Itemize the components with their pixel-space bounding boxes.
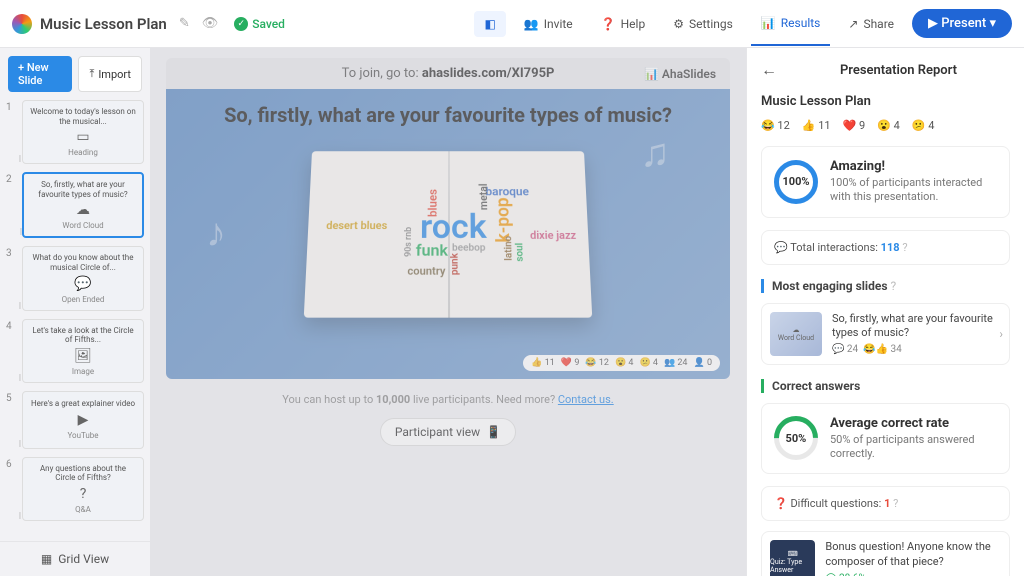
app-logo bbox=[12, 14, 32, 34]
correct-pct: 50% bbox=[765, 407, 827, 469]
correct-section: Correct answers bbox=[761, 379, 1010, 393]
engaging-thumb: ☁Word Cloud bbox=[770, 312, 822, 356]
invite-button[interactable]: 👥 Invite bbox=[514, 11, 583, 37]
saved-status: Saved bbox=[234, 17, 285, 31]
report-reactions: 😂 12👍 11❤️ 9😮 4😕 4 bbox=[761, 119, 1010, 132]
share-button[interactable]: ↗ Share bbox=[838, 11, 904, 37]
participant-view-button[interactable]: Participant view 📱 bbox=[380, 418, 516, 446]
slide-thumb[interactable]: Here's a great explainer video▶YouTube| bbox=[22, 391, 144, 449]
slide-thumb[interactable]: What do you know about the musical Circl… bbox=[22, 246, 144, 310]
correct-rate-card: 50% Average correct rate 50% of particip… bbox=[761, 403, 1010, 475]
engaging-slide-card[interactable]: ☁Word Cloud So, firstly, what are your f… bbox=[761, 303, 1010, 365]
contact-link[interactable]: Contact us. bbox=[558, 393, 614, 406]
interactions-stat: 💬 Total interactions: 118 ? bbox=[761, 230, 1010, 265]
host-info: You can host up to 10,000 live participa… bbox=[166, 393, 730, 406]
grid-view-button[interactable]: ▦ Grid View bbox=[0, 541, 150, 576]
report-panel: ← Presentation Report Music Lesson Plan … bbox=[746, 48, 1024, 576]
slide-question: So, firstly, what are your favourite typ… bbox=[224, 103, 672, 127]
difficult-stat: ❓ Difficult questions: 1 ? bbox=[761, 486, 1010, 521]
engagement-pct: 100% bbox=[774, 160, 818, 204]
canvas-area: To join, go to: ahaslides.com/XI795P Aha… bbox=[150, 48, 746, 576]
slide-thumb[interactable]: Let's take a look at the Circle of Fifth… bbox=[22, 319, 144, 383]
book-graphic: rockk-popfunkbluesbaroquemetaldesert blu… bbox=[304, 151, 592, 317]
edit-icon[interactable]: ✎ bbox=[179, 16, 190, 31]
top-bar: Music Lesson Plan ✎ 👁 Saved ◧ 👥 Invite ❓… bbox=[0, 0, 1024, 48]
chevron-right-icon: › bbox=[999, 327, 1003, 341]
slide-thumb[interactable]: So, firstly, what are your favourite typ… bbox=[22, 172, 144, 238]
present-button[interactable]: ▶ Present ▾ bbox=[912, 9, 1012, 38]
join-bar: To join, go to: ahaslides.com/XI795P Aha… bbox=[166, 58, 730, 89]
results-tab[interactable]: 📊 Results bbox=[751, 2, 831, 46]
report-title: Presentation Report bbox=[787, 63, 1010, 78]
thumbnail-list[interactable]: 1Welcome to today's lesson on the musica… bbox=[0, 100, 150, 541]
slide-thumb[interactable]: Welcome to today's lesson on the musical… bbox=[22, 100, 144, 164]
back-icon[interactable]: ← bbox=[761, 60, 777, 80]
import-button[interactable]: ⤒ Import bbox=[78, 56, 142, 92]
new-slide-button[interactable]: + New Slide bbox=[8, 56, 72, 92]
slide-panel: + New Slide ⤒ Import 1Welcome to today's… bbox=[0, 48, 150, 576]
difficult-question-card[interactable]: ⌨Quiz: Type Answer Bonus question! Anyon… bbox=[761, 531, 1010, 576]
presentation-title[interactable]: Music Lesson Plan bbox=[40, 15, 167, 33]
join-url: ahaslides.com/XI795P bbox=[422, 66, 555, 81]
engaging-section: Most engaging slides ? bbox=[761, 279, 1010, 293]
engagement-card: 100% Amazing! 100% of participants inter… bbox=[761, 146, 1010, 218]
help-button[interactable]: ❓ Help bbox=[591, 11, 656, 37]
square-icon-button[interactable]: ◧ bbox=[474, 11, 505, 37]
brand-label: AhaSlides bbox=[644, 67, 716, 81]
visibility-icon[interactable]: 👁 bbox=[202, 16, 219, 31]
difficult-thumb: ⌨Quiz: Type Answer bbox=[770, 540, 815, 576]
settings-button[interactable]: ⚙ Settings bbox=[663, 11, 743, 37]
report-name: Music Lesson Plan bbox=[761, 94, 1010, 109]
slide-canvas[interactable]: ♪ ♫ So, firstly, what are your favourite… bbox=[166, 89, 730, 379]
slide-thumb[interactable]: Any questions about the Circle of Fifths… bbox=[22, 457, 144, 521]
slide-reactions[interactable]: 👍 11❤️ 9😂 12😮 4😕 4👥 24👤 0 bbox=[523, 355, 720, 371]
